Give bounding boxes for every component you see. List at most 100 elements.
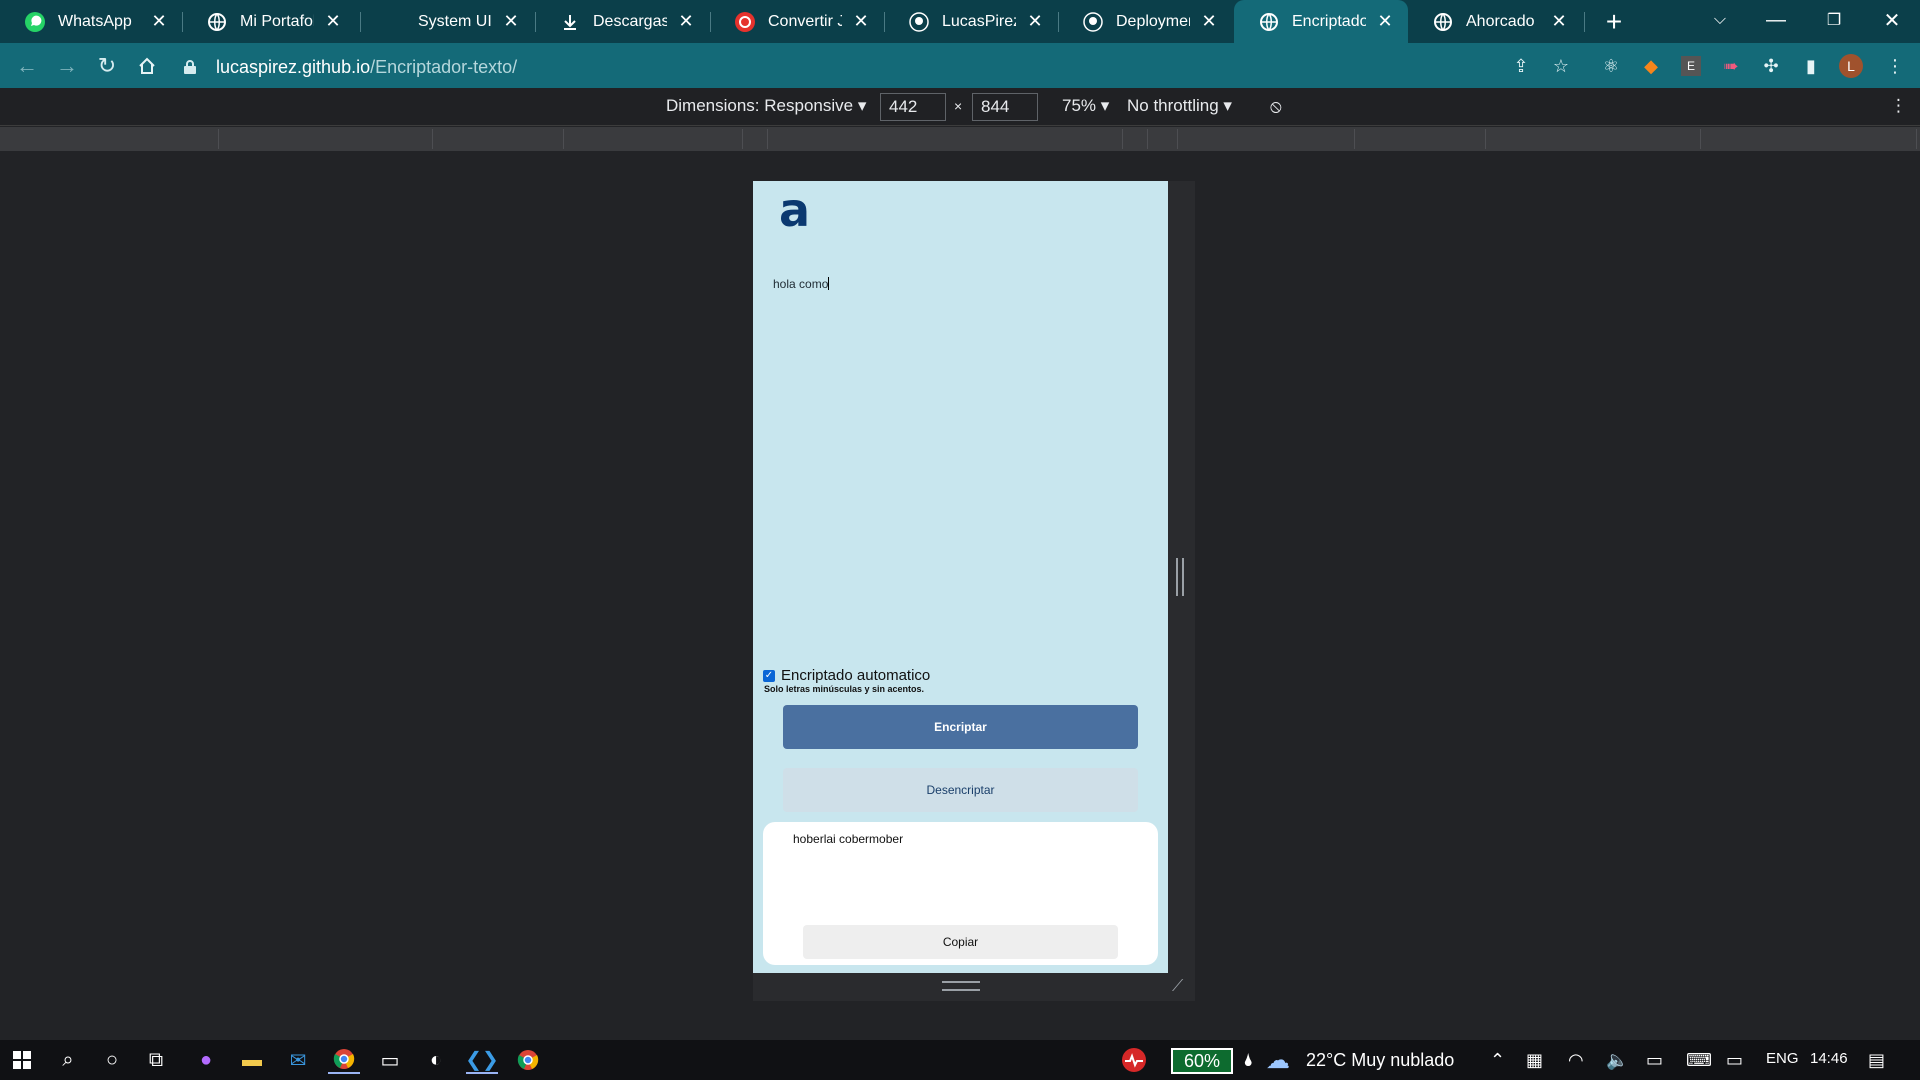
encrypt-button[interactable]: Encriptar — [783, 705, 1138, 749]
back-button[interactable]: ← — [10, 49, 44, 83]
tab-mi-portafolio[interactable]: Mi Portafolio ✕ — [182, 0, 356, 43]
cortana-icon[interactable]: ○ — [96, 1046, 128, 1074]
cloud-icon: ☁ — [1266, 1047, 1290, 1074]
task-view-icon[interactable]: ⧉ — [140, 1046, 172, 1074]
tab-encriptador[interactable]: Encriptador ✕ — [1234, 0, 1408, 43]
close-tab-icon[interactable]: ✕ — [675, 11, 697, 33]
output-panel: hoberlai cobermober Copiar — [763, 822, 1158, 965]
side-panel-icon[interactable]: ▮ — [1798, 53, 1824, 79]
tab-convertir-jpg[interactable]: Convertir JPG ✕ — [710, 0, 884, 43]
close-tab-icon[interactable]: ✕ — [322, 11, 344, 33]
globe-icon — [1258, 11, 1280, 33]
ruler-segment[interactable] — [2, 129, 219, 149]
share-icon[interactable]: ⇪ — [1508, 53, 1534, 79]
ruler-segment[interactable] — [1701, 129, 1917, 149]
tab-system-uicons[interactable]: System UIcons ✕ — [360, 0, 534, 43]
ruler-segment[interactable] — [1178, 129, 1355, 149]
dimensions-dropdown[interactable]: Dimensions: Responsive ▾ — [666, 96, 866, 116]
device-toolbar-menu-icon[interactable]: ⋮ — [1890, 96, 1907, 116]
weather-widget[interactable]: 22°C Muy nublado — [1306, 1050, 1454, 1071]
notifications-icon[interactable]: ▤ — [1868, 1050, 1885, 1071]
chrome-taskbar-icon[interactable] — [328, 1046, 360, 1074]
ruler-segment[interactable] — [768, 129, 1123, 149]
auto-encrypt-checkbox[interactable]: ✓ — [763, 669, 775, 682]
terminal-icon[interactable]: ▭ — [374, 1046, 406, 1074]
tab-search-chevron-icon[interactable]: ⌵ — [1692, 0, 1748, 40]
home-button[interactable] — [130, 49, 164, 83]
ruler-segment[interactable] — [219, 129, 433, 149]
search-icon[interactable]: ⌕ — [52, 1046, 84, 1074]
close-tab-icon[interactable]: ✕ — [850, 11, 872, 33]
close-tab-icon[interactable]: ✕ — [1548, 11, 1570, 33]
ruler-segment[interactable] — [1486, 129, 1701, 149]
tray-app-icon[interactable]: ▦ — [1526, 1050, 1543, 1071]
copy-button[interactable]: Copiar — [803, 925, 1118, 959]
ruler-segment[interactable] — [1123, 129, 1148, 149]
tab-descargas[interactable]: Descargas ✕ — [535, 0, 709, 43]
forward-button[interactable]: → — [50, 49, 84, 83]
vscode-icon[interactable]: ❮❯ — [465, 1046, 499, 1074]
decrypt-button[interactable]: Desencriptar — [783, 768, 1138, 812]
zoom-dropdown[interactable]: 75% ▾ — [1062, 96, 1109, 116]
viewport-width-input[interactable] — [880, 93, 946, 121]
extension-e-icon[interactable]: E — [1678, 53, 1704, 79]
tab-deployments[interactable]: Deployments ✕ — [1058, 0, 1232, 43]
file-explorer-icon[interactable]: ▬ — [236, 1046, 268, 1074]
recorder-extension-icon[interactable]: ➠ — [1718, 53, 1744, 79]
avatar-initial: L — [1839, 54, 1863, 78]
auto-encrypt-option[interactable]: ✓ Encriptado automatico — [763, 667, 930, 684]
profile-avatar[interactable]: L — [1838, 53, 1864, 79]
display-icon[interactable]: ▭ — [1726, 1050, 1743, 1071]
keyboard-icon[interactable]: ⌨ — [1686, 1050, 1712, 1071]
zoom-label: 75% — [1062, 96, 1097, 115]
browser-menu-icon[interactable]: ⋮ — [1882, 53, 1908, 79]
volume-icon[interactable]: 🔈 — [1606, 1050, 1628, 1071]
windows-start-icon[interactable] — [6, 1046, 38, 1074]
tab-lucaspirez-repo[interactable]: LucasPirez/En ✕ — [884, 0, 1058, 43]
antivirus-icon[interactable] — [1118, 1046, 1150, 1074]
tab-ahorcado[interactable]: Ahorcado ✕ — [1408, 0, 1582, 43]
ruler-segment[interactable] — [1355, 129, 1486, 149]
reload-button[interactable]: ↻ — [90, 49, 124, 83]
viewport-width-resize-handle[interactable] — [1176, 558, 1184, 596]
metamask-icon[interactable]: ◆ — [1638, 53, 1664, 79]
message-textarea[interactable]: hola como — [773, 277, 830, 291]
github-desktop-icon[interactable]: ◐ — [420, 1046, 452, 1074]
close-tab-icon[interactable]: ✕ — [148, 11, 170, 33]
battery-indicator[interactable]: 60% — [1171, 1048, 1233, 1074]
extensions-puzzle-icon[interactable]: ✣ — [1758, 53, 1784, 79]
viewport-height-resize-handle[interactable] — [942, 981, 980, 991]
ruler-segment[interactable] — [564, 129, 743, 149]
address-bar[interactable]: lucaspirez.github.io/Encriptador-texto/ — [180, 51, 1520, 83]
language-indicator[interactable]: ENG — [1766, 1050, 1799, 1067]
throttling-dropdown[interactable]: No throttling ▾ — [1127, 96, 1232, 116]
rotate-icon[interactable]: ⦸ — [1270, 96, 1282, 117]
media-query-ruler — [0, 127, 1920, 151]
taskbar-clock[interactable]: 14:46 — [1810, 1050, 1848, 1067]
show-hidden-icons-chevron-icon[interactable]: ⌃ — [1490, 1050, 1505, 1071]
viewport-corner-resize-handle[interactable]: ⟋ — [1172, 978, 1192, 998]
tab-title: System UIcons — [418, 12, 492, 30]
close-window-button[interactable]: ✕ — [1864, 0, 1920, 40]
close-tab-icon[interactable]: ✕ — [1024, 11, 1046, 33]
tab-title: Convertir JPG — [768, 12, 842, 30]
firefox-dev-icon[interactable]: ● — [190, 1046, 222, 1074]
chrome-secondary-icon[interactable] — [512, 1046, 544, 1074]
ruler-segment[interactable] — [743, 129, 768, 149]
mail-icon[interactable]: ✉ — [282, 1046, 314, 1074]
bookmark-star-icon[interactable]: ☆ — [1548, 53, 1574, 79]
wifi-icon[interactable]: ◠ — [1568, 1050, 1584, 1071]
restore-button[interactable]: ❐ — [1806, 0, 1862, 40]
close-tab-icon[interactable]: ✕ — [1198, 11, 1220, 33]
ruler-segment[interactable] — [1148, 129, 1178, 149]
ruler-segment[interactable] — [433, 129, 564, 149]
tab-whatsapp[interactable]: WhatsApp ✕ — [0, 0, 182, 43]
react-devtools-icon[interactable]: ⚛ — [1598, 53, 1624, 79]
viewport-height-input[interactable] — [972, 93, 1038, 121]
minimize-button[interactable]: — — [1748, 0, 1804, 40]
battery-tray-icon[interactable]: ▭ — [1646, 1050, 1663, 1071]
close-tab-icon[interactable]: ✕ — [1374, 11, 1396, 33]
new-tab-button[interactable]: + — [1596, 4, 1632, 40]
close-tab-icon[interactable]: ✕ — [500, 11, 522, 33]
tab-title: Mi Portafolio — [240, 12, 314, 30]
